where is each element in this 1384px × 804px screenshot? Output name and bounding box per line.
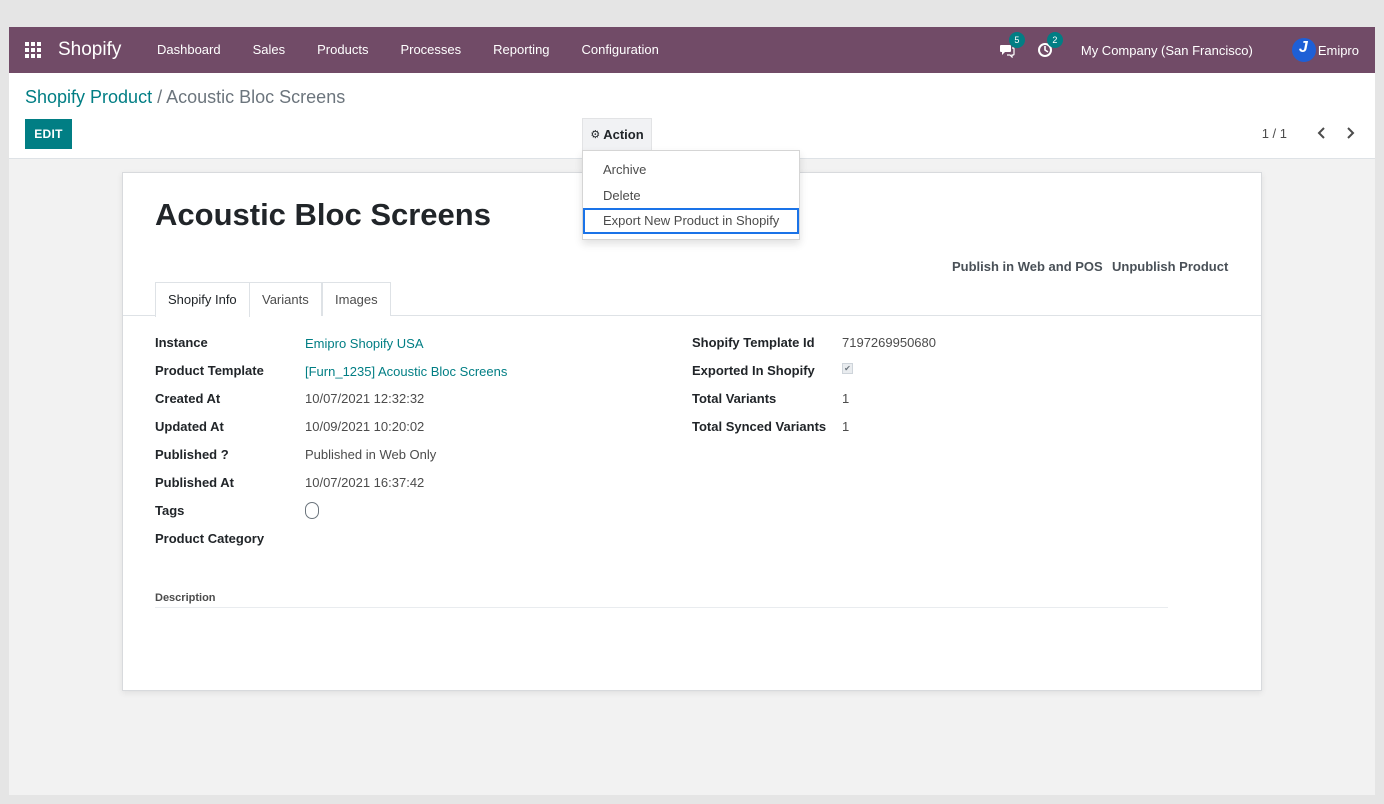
tags-label: Tags [155,503,185,518]
menu-dashboard[interactable]: Dashboard [141,27,237,73]
product-category-label: Product Category [155,531,265,546]
app-brand[interactable]: Shopify [58,39,121,61]
tab-shopify-info[interactable]: Shopify Info [155,282,250,317]
total-variants-value: 1 [842,391,850,406]
action-dropdown: Archive Delete Export New Product in Sho… [582,150,800,240]
menu-products[interactable]: Products [301,27,384,73]
unpublish-product-button[interactable]: Unpublish Product [1112,259,1228,274]
shopify-template-id-value: 7197269950680 [842,335,936,350]
top-navbar: Shopify Dashboard Sales Products Process… [9,27,1375,73]
messages-icon[interactable]: 5 [999,32,1025,59]
menu-sales[interactable]: Sales [237,27,302,73]
product-template-label: Product Template [155,363,264,378]
user-menu[interactable]: J Emipro [1291,38,1359,62]
exported-in-shopify-checkbox: ✔ [842,363,853,374]
tab-images[interactable]: Images [322,282,391,316]
exported-in-shopify-label: Exported In Shopify [692,363,815,378]
published-at-value: 10/07/2021 16:37:42 [305,475,425,490]
edit-button[interactable]: EDIT [25,119,72,149]
published-label: Published ? [155,447,229,462]
chevron-right-icon[interactable] [1342,125,1358,141]
published-at-label: Published At [155,475,234,490]
total-synced-variants-label: Total Synced Variants [692,419,827,434]
menu-item-archive[interactable]: Archive [583,157,799,183]
activities-clock-icon[interactable]: 2 [1037,32,1063,58]
pager-value[interactable]: 1 / 1 [1262,126,1287,141]
messages-badge: 5 [1008,32,1025,48]
description-field[interactable] [155,607,1168,608]
total-synced-variants-value: 1 [842,419,850,434]
instance-value[interactable]: Emipro Shopify USA [305,336,424,351]
updated-at-label: Updated At [155,419,224,434]
user-name: Emipro [1317,42,1359,58]
user-avatar: J [1291,38,1316,62]
menu-processes[interactable]: Processes [384,27,477,73]
company-switcher[interactable]: My Company (San Francisco) [1081,43,1253,58]
control-panel: Shopify Product / Acoustic Bloc Screens … [9,73,1375,159]
breadcrumb-current: Acoustic Bloc Screens [166,87,346,107]
tags-input[interactable] [305,502,319,519]
product-title: Acoustic Bloc Screens [155,197,491,232]
action-label: Action [603,127,644,142]
total-variants-label: Total Variants [692,391,777,406]
shopify-template-id-label: Shopify Template Id [692,335,815,350]
tabs: Shopify Info Variants Images [123,282,1261,317]
publish-web-pos-button[interactable]: Publish in Web and POS [952,259,1103,274]
apps-menu-icon[interactable] [25,42,41,58]
menu-item-delete[interactable]: Delete [583,183,799,209]
menu-configuration[interactable]: Configuration [566,27,675,73]
menu-reporting[interactable]: Reporting [477,27,565,73]
tab-variants[interactable]: Variants [249,282,322,316]
form-sheet: Acoustic Bloc Screens Publish in Web and… [122,172,1262,691]
breadcrumb-parent[interactable]: Shopify Product [25,87,152,107]
updated-at-value: 10/09/2021 10:20:02 [305,419,425,434]
instance-label: Instance [155,335,208,350]
menu-item-export-new-product[interactable]: Export New Product in Shopify [583,208,799,234]
main-menu: Dashboard Sales Products Processes Repor… [141,27,675,73]
systray: 5 2 My Company (San Francisco) J Emipro [999,27,1375,73]
description-label: Description [155,592,216,604]
breadcrumb: Shopify Product / Acoustic Bloc Screens [25,87,345,108]
created-at-label: Created At [155,391,221,406]
created-at-value: 10/07/2021 12:32:32 [305,391,425,406]
chevron-left-icon[interactable] [1314,125,1330,141]
app-window: Shopify Dashboard Sales Products Process… [9,27,1375,795]
breadcrumb-separator: / [157,87,163,107]
action-button[interactable]: ⚙ Action [582,118,652,150]
published-value: Published in Web Only [305,447,437,462]
product-template-value[interactable]: [Furn_1235] Acoustic Bloc Screens [305,364,507,379]
gear-icon: ⚙ [590,129,601,141]
activities-badge: 2 [1046,32,1063,48]
